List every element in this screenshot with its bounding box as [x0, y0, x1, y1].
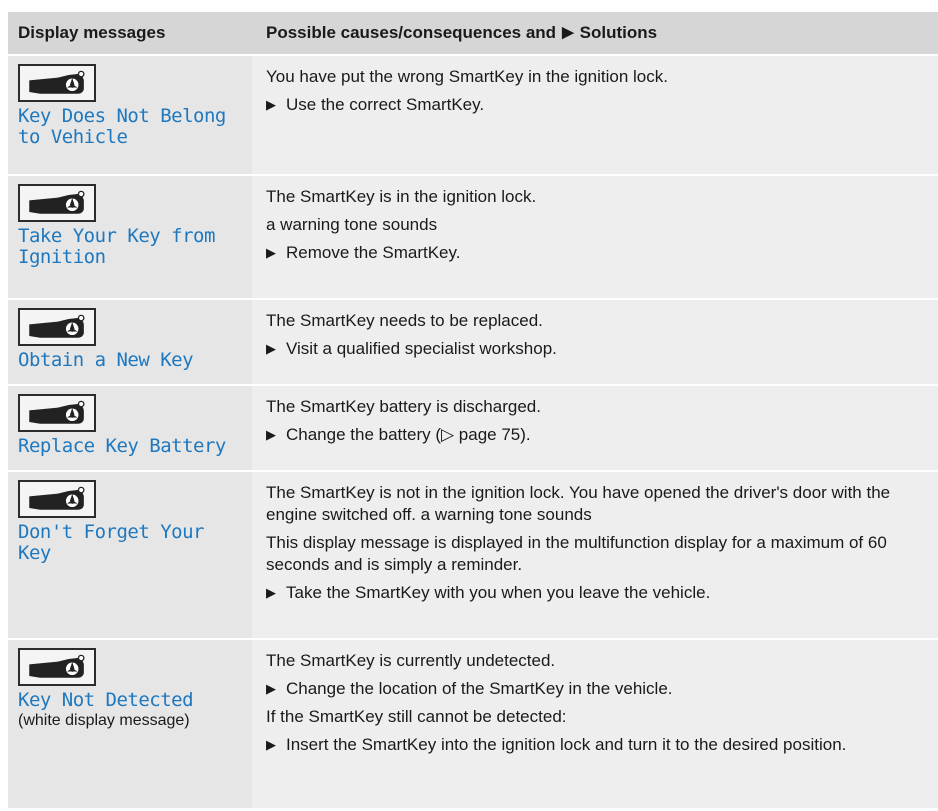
message-cell: Don't Forget Your Key [8, 472, 252, 638]
display-message: Don't Forget Your Key [18, 521, 204, 564]
table-row: Key Does Not Belong to Vehicle You have … [8, 56, 938, 176]
smartkey-icon [18, 308, 96, 346]
smartkey-icon [18, 64, 96, 102]
triangle-right-icon: ▶ [562, 24, 574, 41]
table-row: Replace Key Battery The SmartKey battery… [8, 386, 938, 472]
display-message: Obtain a New Key [18, 349, 194, 371]
solution-step: ▶ Visit a qualified specialist workshop. [266, 338, 930, 360]
display-messages-table: Display messages Possible causes/consequ… [8, 12, 938, 808]
header-causes-solutions: Possible causes/consequences and ▶ Solut… [252, 12, 938, 54]
solution-step-text: Change the location of the SmartKey in t… [286, 679, 673, 698]
solution-cell: The SmartKey is in the ignition lock. a … [252, 176, 938, 298]
cause-text: a warning tone sounds [266, 215, 438, 234]
cause-text: The SmartKey is not in the ignition lock… [266, 483, 891, 524]
triangle-right-icon: ▶ [266, 681, 276, 696]
triangle-right-icon: ▶ [266, 97, 276, 112]
solution-step-text: Insert the SmartKey into the ignition lo… [286, 735, 847, 754]
display-message: Key Does Not Belong to Vehicle [18, 105, 226, 148]
display-message: Key Not Detected [18, 689, 194, 711]
cause-text: This display message is displayed in the… [266, 533, 887, 574]
message-cell: Key Does Not Belong to Vehicle [8, 56, 252, 174]
display-message-note: (white display message) [18, 712, 190, 729]
table-row: Don't Forget Your Key The SmartKey is no… [8, 472, 938, 640]
cause-text: If the SmartKey still cannot be detected… [266, 707, 567, 726]
solution-step: ▶ Change the battery (▷ page 75). [266, 424, 930, 446]
solution-step: ▶ Insert the SmartKey into the ignition l… [266, 734, 930, 756]
cause-text: The SmartKey battery is discharged. [266, 397, 541, 416]
table-row: Take Your Key from Ignition The SmartKey… [8, 176, 938, 300]
triangle-right-icon: ▶ [266, 585, 276, 600]
triangle-right-icon: ▶ [266, 427, 276, 442]
table-header: Display messages Possible causes/consequ… [8, 12, 938, 56]
solution-step: ▶ Use the correct SmartKey. [266, 94, 930, 116]
solution-cell: The SmartKey needs to be replaced. ▶ Visi… [252, 300, 938, 384]
solution-step-text: Take the SmartKey with you when you leav… [286, 583, 711, 602]
solution-step: ▶ Change the location of the SmartKey in … [266, 678, 930, 700]
solution-cell: The SmartKey is not in the ignition lock… [252, 472, 938, 638]
display-message: Replace Key Battery [18, 435, 226, 457]
smartkey-icon [18, 480, 96, 518]
message-cell: Key Not Detected (white display message) [8, 640, 252, 808]
header-solutions-label: Solutions [579, 23, 658, 42]
smartkey-icon [18, 648, 96, 686]
cause-text: The SmartKey is in the ignition lock. [266, 187, 537, 206]
message-cell: Replace Key Battery [8, 386, 252, 470]
solution-step-text: Change the battery (▷ page 75). [286, 425, 531, 444]
solution-cell: The SmartKey battery is discharged. ▶ Cha… [252, 386, 938, 470]
solution-cell: The SmartKey is currently undetected. ▶ C… [252, 640, 938, 808]
smartkey-icon [18, 394, 96, 432]
solution-step: ▶ Take the SmartKey with you when you lea… [266, 582, 930, 604]
table-row: Obtain a New Key The SmartKey needs to b… [8, 300, 938, 386]
triangle-right-icon: ▶ [266, 737, 276, 752]
cause-text: You have put the wrong SmartKey in the i… [266, 67, 668, 86]
header-display-messages: Display messages [18, 23, 166, 42]
smartkey-icon [18, 184, 96, 222]
cause-text: The SmartKey needs to be replaced. [266, 311, 543, 330]
cause-text: The SmartKey is currently undetected. [266, 651, 556, 670]
solution-step-text: Use the correct SmartKey. [286, 95, 485, 114]
header-causes-label: Possible causes/consequences and [266, 23, 557, 42]
triangle-right-icon: ▶ [266, 341, 276, 356]
message-cell: Obtain a New Key [8, 300, 252, 384]
solution-step: ▶ Remove the SmartKey. [266, 242, 930, 264]
solution-cell: You have put the wrong SmartKey in the i… [252, 56, 938, 174]
display-message: Take Your Key from Ignition [18, 225, 215, 268]
table-row: Key Not Detected (white display message)… [8, 640, 938, 808]
solution-step-text: Visit a qualified specialist workshop. [286, 339, 557, 358]
message-cell: Take Your Key from Ignition [8, 176, 252, 298]
triangle-right-icon: ▶ [266, 245, 276, 260]
solution-step-text: Remove the SmartKey. [286, 243, 461, 262]
